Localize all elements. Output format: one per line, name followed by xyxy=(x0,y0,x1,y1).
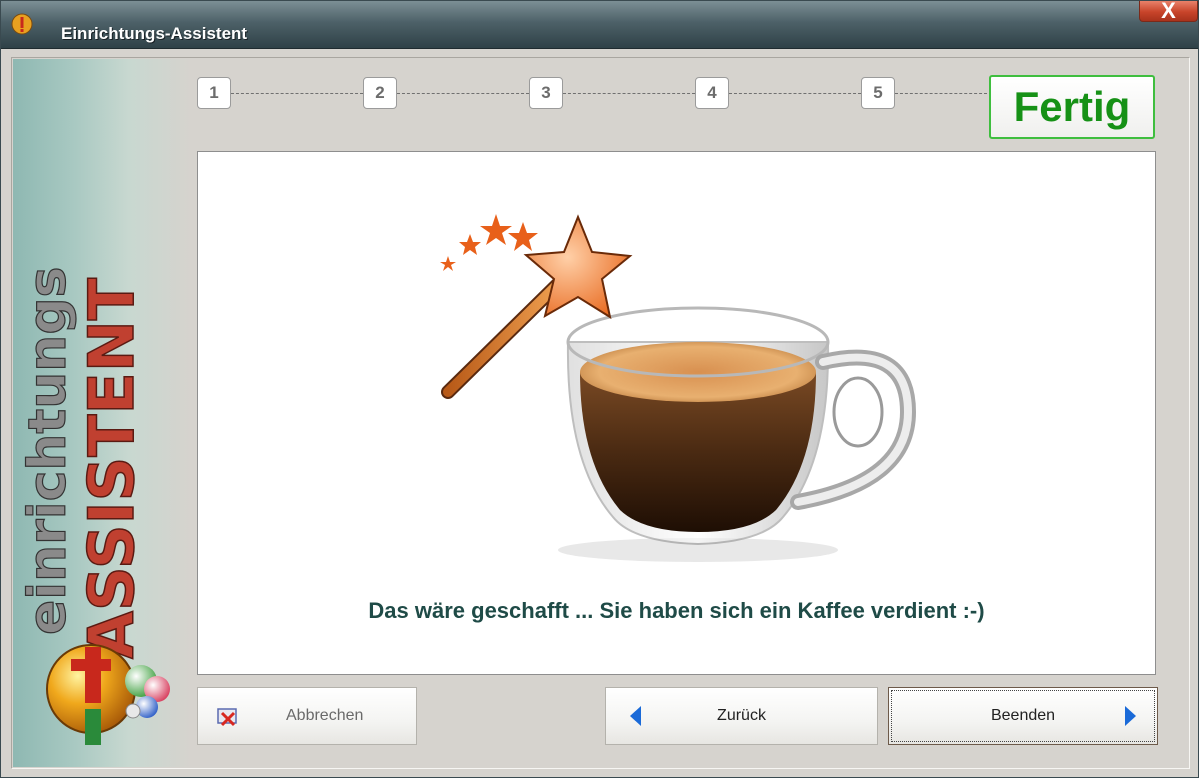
step-connector xyxy=(231,93,363,94)
step-3: 3 xyxy=(529,77,563,109)
step-connector xyxy=(729,93,861,94)
star-icon xyxy=(440,256,456,271)
step-connector xyxy=(397,93,529,94)
window-title: Einrichtungs-Assistent xyxy=(61,24,248,43)
star-icon xyxy=(508,222,538,251)
star-icon xyxy=(459,234,481,255)
step-connector xyxy=(895,93,987,94)
logo-word-einrichtungs: einrichtungs xyxy=(18,267,78,636)
step-2: 2 xyxy=(363,77,397,109)
step-4: 4 xyxy=(695,77,729,109)
back-label: Zurück xyxy=(717,707,766,724)
logo-word-assistent: ASSISTENT xyxy=(75,278,148,659)
cancel-button[interactable]: Abbrechen xyxy=(197,687,417,745)
finish-button[interactable]: Beenden xyxy=(888,687,1158,745)
step-5: 5 xyxy=(861,77,895,109)
cancel-icon xyxy=(217,708,237,727)
close-button[interactable]: X xyxy=(1139,0,1198,23)
close-icon: X xyxy=(1161,0,1176,23)
step-finished-badge: Fertig xyxy=(989,75,1155,139)
cancel-label: Abbrechen xyxy=(286,707,364,724)
finish-label: Beenden xyxy=(990,707,1056,724)
step-indicator: 1 2 3 4 5 xyxy=(197,77,987,109)
wizard-logo: ASSISTENT einrichtungs xyxy=(17,266,170,745)
completion-message: Das wäre geschafft ... Sie haben sich ei… xyxy=(368,598,985,623)
step-1: 1 xyxy=(197,77,231,109)
app-icon xyxy=(11,13,33,35)
sidebar-logo-panel: ASSISTENT einrichtungs xyxy=(13,59,191,767)
coffee-cup-magic-wand-illustration xyxy=(440,214,917,562)
content-panel: Das wäre geschafft ... Sie haben sich ei… xyxy=(197,151,1156,675)
star-icon xyxy=(480,214,512,245)
step-connector xyxy=(563,93,695,94)
back-button[interactable]: Zurück xyxy=(605,687,878,745)
title-bar: Einrichtungs-Assistent X xyxy=(1,0,1198,49)
wizard-window: Einrichtungs-Assistent X ASSISTENT einri… xyxy=(0,0,1199,778)
arrow-right-icon xyxy=(1125,706,1136,726)
logo-orb-icon xyxy=(46,644,170,745)
